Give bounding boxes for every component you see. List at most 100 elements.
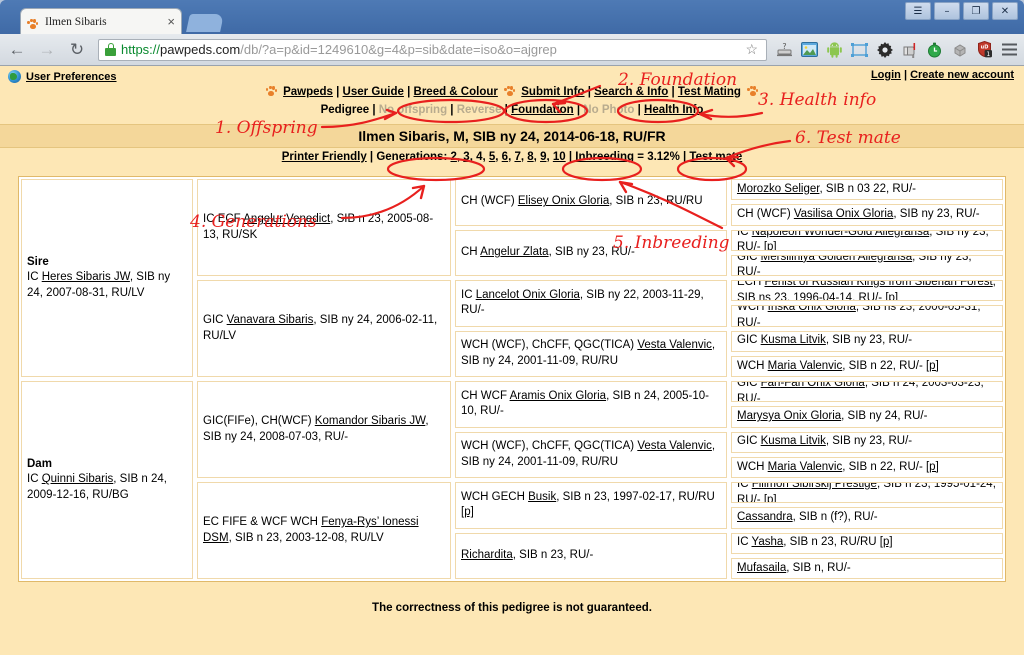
inbreeding-link[interactable]: Inbreeding (575, 151, 634, 163)
pedigree-cat-link[interactable]: Vesta Valenvic (637, 339, 712, 351)
pedigree-cat-link[interactable]: Angelur Venedict (243, 213, 330, 225)
pedigree-cell: GIC Mersiliniya Golden Allegransa, SIB n… (731, 254, 1003, 276)
pedigree-cat-link[interactable]: Komandor Sibaris JW (315, 415, 426, 427)
browser-window: Ilmen Sibaris × ☰ – ❐ ✕ ← → ↻ https://pa… (0, 0, 1024, 655)
pedigree-cat-link[interactable]: Cassandra (737, 511, 793, 523)
minimize-button[interactable]: – (934, 2, 960, 20)
user-profile-button[interactable]: ☰ (905, 2, 931, 20)
browser-tab[interactable]: Ilmen Sibaris × (20, 8, 182, 34)
pedigree-role-label: Sire (27, 255, 49, 268)
pedigree-photo-link[interactable]: [p] (764, 494, 777, 503)
pedigree-cat-link[interactable]: Elisey Onix Gloria (518, 195, 609, 207)
pedigree-cat-link[interactable]: Vesta Valenvic (637, 440, 712, 452)
pedigree-cat-link[interactable]: Aramis Onix Gloria (510, 390, 607, 402)
pedigree-title-prefix: GIC (737, 435, 761, 448)
pedigree-cat-link[interactable]: Yasha (752, 536, 784, 548)
bookmark-star-icon[interactable]: ☆ (741, 41, 762, 58)
pedigree-cat-link[interactable]: Busik (528, 491, 556, 503)
pedigree-cat-link[interactable]: Kusma Litvik (761, 334, 826, 346)
pedigree-cell: Cassandra, SIB n (f?), RU/- (731, 507, 1003, 529)
login-link[interactable]: Login (871, 69, 901, 81)
pedigree-cat-link[interactable]: Fenist of Russian Kings from Siberian Fo… (764, 281, 992, 288)
pedigree-cat-link[interactable]: Filimon Sibirskij Prestige (752, 483, 877, 490)
pedigree-cat-link[interactable]: Vasilisa Onix Gloria (794, 208, 894, 220)
pedigree-cell: GIC(FIFe), CH(WCF) Komandor Sibaris JW, … (197, 381, 451, 478)
pedigree-title-prefix: EC FIFE & WCF WCH (203, 515, 322, 528)
pedigree-cat-link[interactable]: Vanavara Sibaris (227, 314, 314, 326)
back-button[interactable]: ← (4, 37, 30, 63)
chrome-menu-icon[interactable] (998, 38, 1021, 62)
generation-link-3[interactable]: 3 (463, 151, 469, 163)
mailbox-icon[interactable] (898, 38, 921, 62)
pedigree-cat-link[interactable]: Mersiliniya Golden Allegransa (761, 256, 913, 263)
close-button[interactable]: ✕ (992, 2, 1018, 20)
select-region-icon[interactable] (848, 38, 871, 62)
user-preferences-link[interactable]: User Preferences (26, 71, 117, 83)
gear-icon[interactable] (873, 38, 896, 62)
url-path: /db/?a=p&id=1249610&g=4&p=sib&date=iso&o… (240, 42, 557, 57)
pedigree-cat-link[interactable]: Quinni Sibaris (42, 473, 114, 485)
address-bar[interactable]: https://pawpeds.com/db/?a=p&id=1249610&g… (98, 38, 767, 61)
tab-title: Ilmen Sibaris (45, 15, 107, 28)
question-stamp-icon[interactable]: ? (773, 38, 796, 62)
nav-link-submit-info[interactable]: Submit Info (521, 86, 584, 98)
pedigree-cat-link[interactable]: Angelur Zlata (480, 246, 548, 258)
grey-object-icon[interactable] (948, 38, 971, 62)
pedigree-photo-link[interactable]: [p] (461, 506, 474, 518)
pedigree-photo-link[interactable]: [p] (926, 360, 939, 372)
pedigree-cat-link[interactable]: Maria Valenvic (768, 360, 843, 372)
screenshot-icon[interactable] (798, 38, 821, 62)
android-robot-icon[interactable] (823, 38, 846, 62)
pedigree-cat-link[interactable]: Kusma Litvik (761, 435, 826, 447)
generation-link-4: 4 (476, 151, 483, 163)
pedigree-cat-link[interactable]: Marysya Onix Gloria (737, 410, 841, 422)
generation-link-8[interactable]: 8 (527, 151, 533, 163)
pedigree-cat-link[interactable]: Richardita (461, 549, 513, 561)
pedigree-cat-link[interactable]: Morozko Seliger (737, 183, 819, 195)
pedigree-cat-details: , SIB n (f?), RU/- (792, 511, 878, 524)
generation-link-2[interactable]: 2 (450, 151, 456, 163)
pedigree-cat-details: , SIB n 22, RU/- (842, 460, 926, 473)
pedigree-cat-link[interactable]: Lancelot Onix Gloria (476, 289, 580, 301)
generation-link-5[interactable]: 5 (489, 151, 495, 163)
pedigree-cat-link[interactable]: Heres Sibaris JW (42, 271, 130, 283)
health-info-link[interactable]: Health Info (644, 104, 703, 116)
printer-friendly-link[interactable]: Printer Friendly (282, 151, 367, 163)
test-mate-link[interactable]: Test mate (689, 151, 742, 163)
pedigree-cat-link[interactable]: Iriska Onix Gloria (768, 306, 856, 313)
maximize-button[interactable]: ❐ (963, 2, 989, 20)
shield-blocker-icon[interactable]: uD 1 (973, 38, 996, 62)
pedigree-photo-link[interactable]: [p] (885, 292, 898, 301)
pedigree-photo-link[interactable]: [p] (764, 241, 777, 250)
pedigree-cell: Richardita, SIB n 23, RU/- (455, 532, 727, 579)
pedigree-photo-link[interactable]: [p] (926, 461, 939, 473)
url-host: pawpeds.com (160, 42, 241, 57)
generation-link-7[interactable]: 7 (514, 151, 520, 163)
foundation-link[interactable]: Foundation (511, 104, 574, 116)
stopwatch-icon[interactable] (923, 38, 946, 62)
pedigree-cat-link[interactable]: Fan-Fan Onix Gloria (761, 382, 865, 389)
generation-link-10[interactable]: 10 (553, 151, 566, 163)
pedigree-cat-link[interactable]: Maria Valenvic (768, 461, 843, 473)
new-tab-button[interactable] (186, 14, 224, 32)
pedigree-cat-link[interactable]: Napoleon Wonder-Gold Allegransa (752, 231, 930, 238)
create-account-link[interactable]: Create new account (910, 69, 1014, 81)
account-links: Login | Create new account (871, 69, 1014, 81)
pedigree-photo-link[interactable]: [p] (880, 536, 893, 548)
nav-link-search-info[interactable]: Search & Info (594, 86, 668, 98)
reload-button[interactable]: ↻ (64, 37, 90, 63)
pedigree-cat-link[interactable]: Mufasaila (737, 562, 786, 574)
tab-close-icon[interactable]: × (167, 15, 175, 28)
generation-link-6[interactable]: 6 (502, 151, 508, 163)
pedigree-cat-details: , SIB n 23, RU/RU (783, 536, 880, 549)
nav-link-breed-colour[interactable]: Breed & Colour (414, 86, 498, 98)
pedigree-title-prefix: IC (737, 536, 752, 549)
nav-link-user-guide[interactable]: User Guide (343, 86, 404, 98)
nav-link-test-mating[interactable]: Test Mating (678, 86, 741, 98)
extension-toolbar: ? uD 1 (773, 38, 1024, 62)
url-scheme: https:// (121, 42, 161, 57)
generations-list: 2, 3, 4, 5, 6, 7, 8, 9, 10 (450, 151, 566, 163)
nav-link-pawpeds[interactable]: Pawpeds (283, 86, 333, 98)
generation-link-9[interactable]: 9 (540, 151, 546, 163)
user-preferences-bar[interactable]: User Preferences (8, 70, 117, 83)
